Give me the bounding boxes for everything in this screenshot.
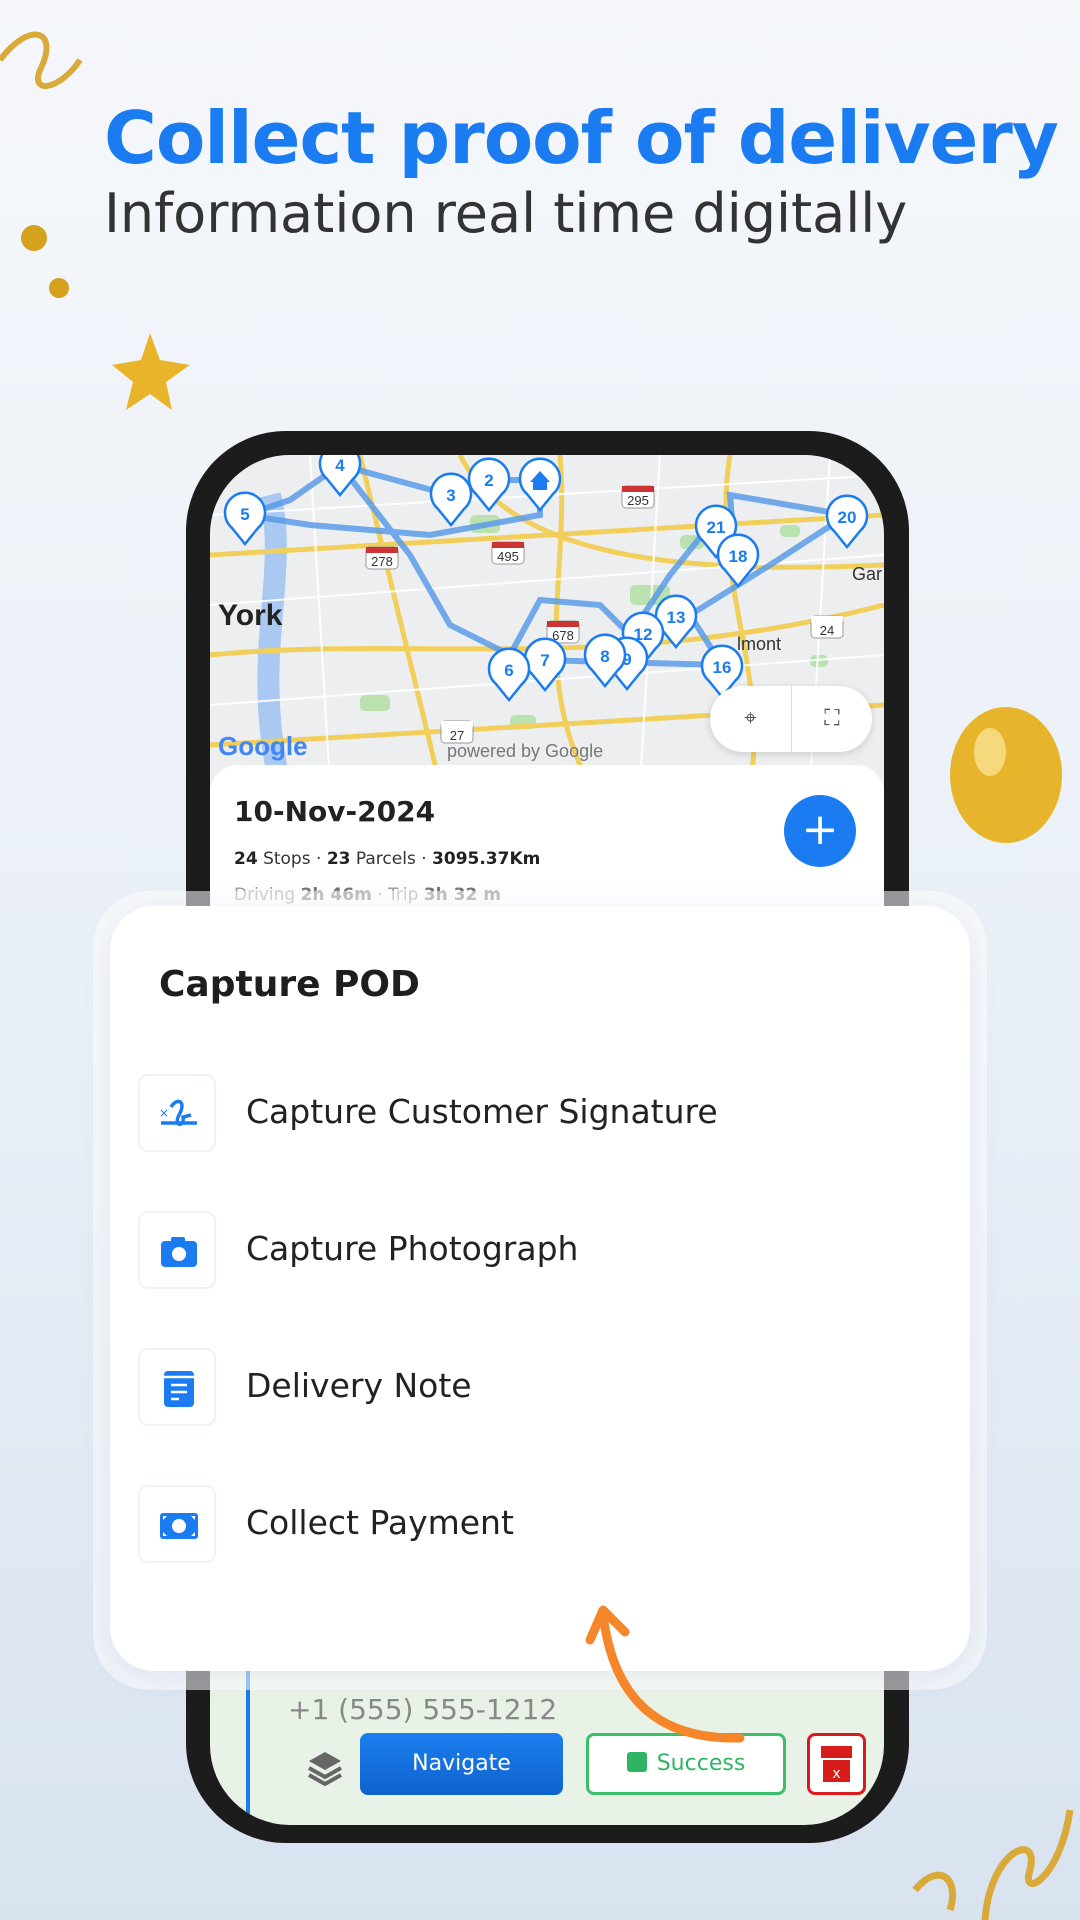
crosshair-icon[interactable]: ⌖ (710, 686, 791, 752)
highway-shield: 495 (491, 541, 525, 565)
highway-shield: 24 (810, 615, 844, 639)
trip-date: 10-Nov-2024 (234, 795, 436, 828)
sheet-title: Capture POD (159, 964, 420, 1005)
svg-text:×: × (159, 1106, 169, 1120)
svg-text:6: 6 (504, 661, 513, 680)
ribbon-decoration (0, 31, 83, 89)
highway-shield: 27 (440, 720, 474, 744)
gold-dot (49, 278, 69, 298)
fullscreen-icon[interactable]: ⛶ (791, 686, 872, 752)
svg-text:3: 3 (446, 486, 455, 505)
svg-text:7: 7 (540, 651, 549, 670)
ribbon-decoration (912, 1809, 1074, 1920)
svg-text:295: 295 (627, 493, 649, 508)
hero-title: Collect proof of delivery (104, 96, 1059, 180)
svg-text:5: 5 (240, 505, 249, 524)
powered-by-google: powered by Google (447, 741, 603, 761)
map-label: Gar (852, 564, 882, 584)
add-stop-button[interactable]: + (784, 795, 856, 867)
failed-parcel-icon: x (821, 1746, 852, 1782)
svg-text:4: 4 (335, 456, 345, 475)
trip-stats: 24 Stops · 23 Parcels · 3095.37Km (234, 849, 541, 869)
pod-item-collect-payment[interactable]: Collect Payment (138, 1485, 938, 1565)
signature-icon: × (138, 1074, 216, 1152)
plus-icon: + (801, 804, 839, 855)
hero-subtitle: Information real time digitally (104, 182, 908, 245)
svg-text:8: 8 (600, 647, 609, 666)
map-label-city: York (218, 599, 283, 632)
fail-button[interactable]: x (807, 1733, 866, 1795)
pod-item-photograph[interactable]: Capture Photograph (138, 1211, 938, 1291)
success-button[interactable]: Success (586, 1733, 786, 1795)
gold-dot (21, 225, 47, 251)
svg-text:20: 20 (838, 508, 857, 527)
star-decoration (112, 333, 190, 410)
svg-text:13: 13 (667, 608, 686, 627)
highway-shield: 278 (365, 546, 399, 570)
balloon-decoration (950, 707, 1062, 843)
svg-text:24: 24 (820, 623, 834, 638)
payment-icon (138, 1485, 216, 1563)
navigate-button[interactable]: Navigate (360, 1733, 563, 1795)
pod-item-signature[interactable]: × Capture Customer Signature (138, 1074, 938, 1154)
svg-text:495: 495 (497, 549, 519, 564)
camera-icon (138, 1211, 216, 1289)
note-icon (138, 1348, 216, 1426)
svg-text:21: 21 (707, 518, 726, 537)
parcel-check-icon (626, 1752, 647, 1772)
map-controls: ⌖ ⛶ (710, 686, 872, 752)
highway-shield: 295 (621, 485, 655, 509)
svg-text:18: 18 (729, 547, 748, 566)
google-logo: Google (218, 731, 308, 761)
svg-text:16: 16 (713, 658, 732, 677)
svg-text:2: 2 (484, 471, 493, 490)
pod-item-delivery-note[interactable]: Delivery Note (138, 1348, 938, 1428)
svg-text:x: x (832, 1766, 840, 1782)
stop-phone[interactable]: +1 (555) 555-1212 (288, 1693, 557, 1727)
map-label: lmont (737, 634, 781, 654)
capture-pod-sheet: Capture POD × Capture Customer Signature… (110, 906, 970, 1671)
layers-icon[interactable] (305, 1748, 345, 1788)
svg-text:278: 278 (371, 554, 393, 569)
